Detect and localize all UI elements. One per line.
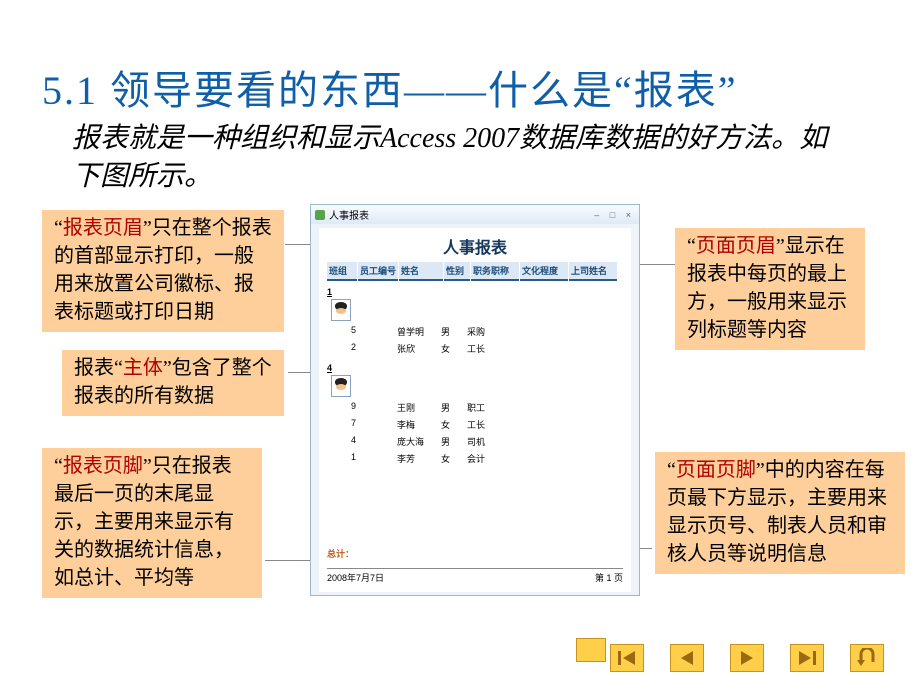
footer-page: 第 1 页 (595, 571, 623, 584)
data-row: 1 李芳 女 会计 (327, 450, 623, 467)
callout-page-footer: “页面页脚”中的内容在每页最下方显示，主要用来显示页号、制表人员和审核人员等说明… (655, 452, 905, 574)
return-button[interactable] (850, 644, 884, 672)
report-summary: 总计： (327, 545, 623, 560)
report-window: 人事报表 – □ × 人事报表 班组 员工编号 姓名 性别 职务职称 文化程度 … (310, 204, 640, 596)
col-job: 职务职称 (471, 262, 519, 281)
page-footer: 2008年7月7日 第 1 页 (327, 568, 623, 584)
callout-detail: 报表“主体”包含了整个报表的所有数据 (62, 350, 284, 416)
window-titlebar: 人事报表 – □ × (311, 205, 639, 224)
callout-report-footer: “报表页脚”只在报表最后一页的末尾显示，主要用来显示有关的数据统计信息，如总计、… (42, 448, 262, 598)
prev-icon (677, 650, 697, 666)
first-button[interactable] (610, 644, 644, 672)
term-page-header: 页面页眉 (696, 235, 776, 257)
col-boss: 上司姓名 (569, 262, 617, 281)
term-page-footer: 页面页脚 (676, 459, 756, 481)
last-button[interactable] (790, 644, 824, 672)
data-row: 9 王刚 男 职工 (327, 399, 623, 416)
avatar-icon (331, 299, 351, 321)
col-name: 姓名 (399, 262, 443, 281)
window-title-text: 人事报表 (329, 207, 369, 222)
avatar-icon (331, 375, 351, 397)
report-icon (315, 210, 325, 220)
callout-page-header: “页面页眉”显示在报表中每页的最上方，一般用来显示列标题等内容 (675, 228, 865, 350)
report-body: 人事报表 班组 员工编号 姓名 性别 职务职称 文化程度 上司姓名 1 5 曾学… (319, 228, 631, 592)
term-report-footer: 报表页脚 (63, 455, 143, 477)
col-sex: 性别 (444, 262, 470, 281)
last-icon (797, 650, 817, 666)
term-detail: 主体 (123, 357, 163, 379)
next-icon (737, 650, 757, 666)
report-title: 人事报表 (327, 234, 623, 258)
col-empid: 员工编号 (358, 262, 398, 281)
footer-date: 2008年7月7日 (327, 571, 384, 584)
col-edu: 文化程度 (520, 262, 568, 281)
slide-title: 5.1 领导要看的东西——什么是“报表” (42, 58, 738, 116)
callout-report-header: “报表页眉”只在整个报表的首部显示打印，一般用来放置公司徽标、报表标题或打印日期 (42, 210, 284, 332)
nav-button-extra[interactable] (576, 638, 606, 662)
next-button[interactable] (730, 644, 764, 672)
data-row: 4 庞大海 男 司机 (327, 433, 623, 450)
nav-bar (610, 644, 884, 672)
return-icon (856, 648, 878, 668)
intro-text: 报表就是一种组织和显示Access 2007数据库数据的好方法。如下图所示。 (72, 120, 852, 196)
first-icon (617, 650, 637, 666)
prev-button[interactable] (670, 644, 704, 672)
data-row: 5 曾学明 男 采购 (327, 323, 623, 340)
col-ban: 班组 (327, 262, 357, 281)
group-header: 1 (327, 287, 623, 297)
data-row: 2 张欣 女 工长 (327, 340, 623, 357)
term-report-header: 报表页眉 (63, 217, 143, 239)
group-header: 4 (327, 363, 623, 373)
column-headers: 班组 员工编号 姓名 性别 职务职称 文化程度 上司姓名 (327, 262, 623, 281)
data-row: 7 李梅 女 工长 (327, 416, 623, 433)
window-controls[interactable]: – □ × (594, 210, 635, 220)
